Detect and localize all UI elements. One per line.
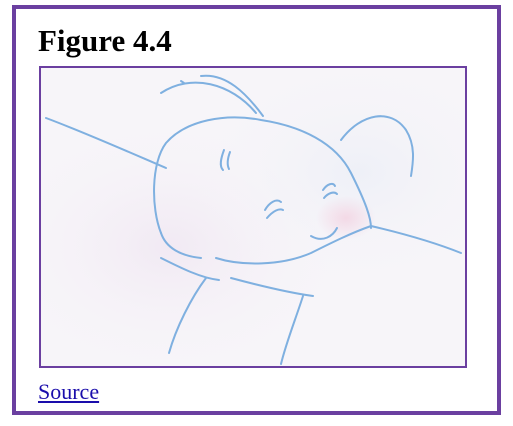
figure-image [39,66,467,368]
child-drawing-icon [41,68,465,366]
figure-title: Figure 4.4 [38,23,172,58]
paper-shading-right [41,68,465,366]
source-link[interactable]: Source [38,379,99,405]
cheek-shading [316,196,376,240]
figure-frame: Figure 4.4 Source [12,5,501,415]
